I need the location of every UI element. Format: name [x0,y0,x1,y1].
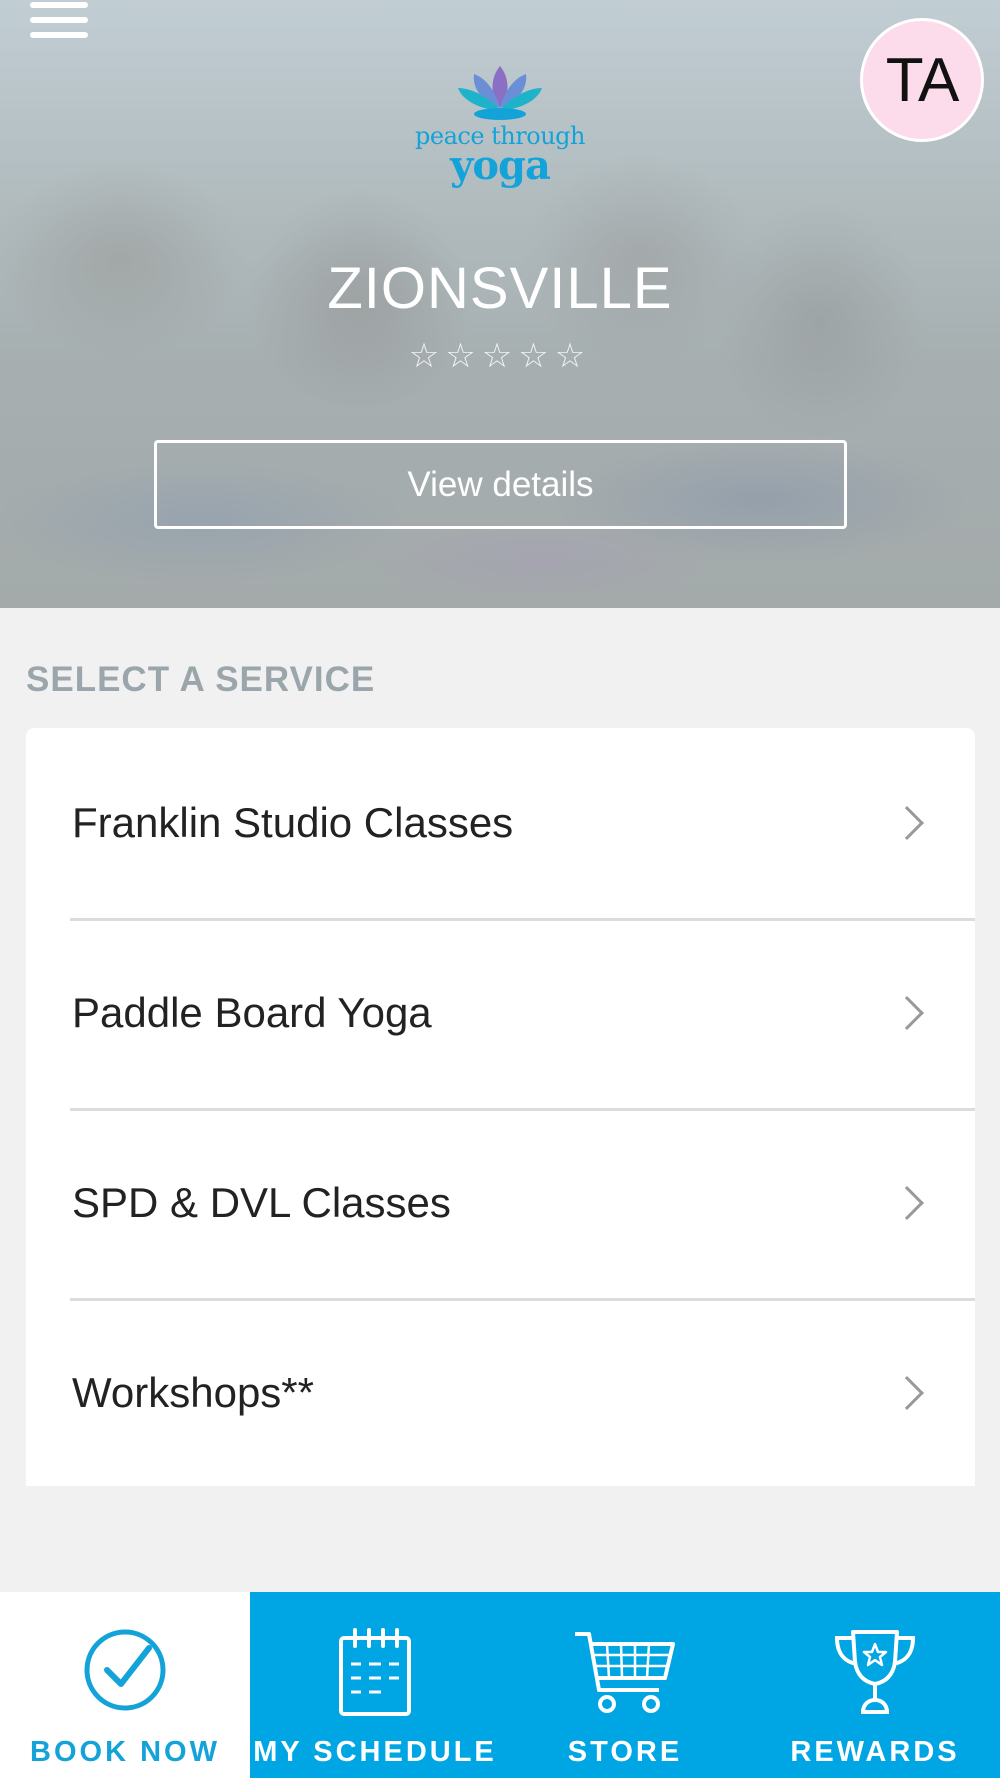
service-item-spd-dvl-classes[interactable]: SPD & DVL Classes [26,1108,975,1298]
cart-icon [575,1632,675,1713]
chevron-right-icon [890,1186,924,1220]
service-label: Franklin Studio Classes [72,799,514,846]
service-item-franklin-studio-classes[interactable]: Franklin Studio Classes [26,728,975,918]
section-heading: SELECT A SERVICE [26,660,376,699]
calendar-icon [339,1628,411,1716]
location-hero: TA peace through yoga ZIONSVILLE ☆☆☆☆☆ V… [0,0,1000,608]
tab-label: REWARDS [790,1736,960,1768]
service-item-workshops[interactable]: Workshops** [26,1298,975,1488]
bottom-navigation: BOOK NOW MY SCHEDULE STORE REWARDS [0,1592,1000,1778]
avatar-initials: TA [885,45,960,115]
tab-book-now[interactable]: BOOK NOW [0,1592,250,1778]
tab-store[interactable]: STORE [500,1592,750,1778]
user-avatar[interactable]: TA [860,18,984,142]
lotus-icon [458,66,542,120]
tab-label: STORE [567,1736,683,1768]
hamburger-menu-icon[interactable] [30,0,88,38]
location-title: ZIONSVILLE [327,256,673,321]
logo-text-bottom: yoga [450,142,551,189]
service-label: Workshops** [72,1369,314,1416]
service-list: Franklin Studio Classes Paddle Board Yog… [26,728,975,1486]
chevron-right-icon [890,806,924,840]
tab-rewards[interactable]: REWARDS [750,1592,1000,1778]
service-label: SPD & DVL Classes [72,1179,451,1226]
trophy-icon [834,1630,916,1714]
studio-logo: peace through yoga [410,62,590,202]
view-details-button[interactable]: View details [154,440,847,529]
chevron-right-icon [890,1376,924,1410]
rating-stars: ☆☆☆☆☆ [408,337,592,375]
check-circle-icon [84,1629,166,1711]
chevron-right-icon [890,996,924,1030]
tab-my-schedule[interactable]: MY SCHEDULE [250,1592,500,1778]
tab-label: MY SCHEDULE [253,1736,497,1768]
tab-label: BOOK NOW [30,1736,220,1768]
service-item-paddle-board-yoga[interactable]: Paddle Board Yoga [26,918,975,1108]
service-label: Paddle Board Yoga [72,989,432,1036]
